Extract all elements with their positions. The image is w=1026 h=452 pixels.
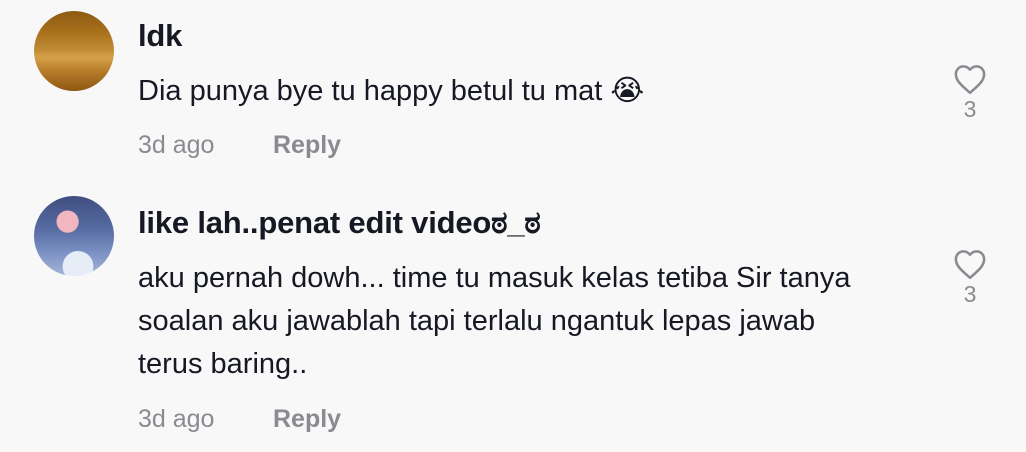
like-count: 3 (963, 96, 977, 122)
reply-button[interactable]: Reply (273, 404, 341, 434)
reply-button[interactable]: Reply (273, 130, 341, 160)
like-count: 3 (963, 281, 977, 307)
avatar[interactable] (34, 196, 114, 276)
heart-outline-icon (951, 62, 989, 96)
avatar[interactable] (34, 11, 114, 91)
comment-username[interactable]: ldk (138, 18, 182, 54)
like-button[interactable]: 3 (951, 247, 989, 307)
comment-username[interactable]: like lah..penat edit videoಠ_ಠ (138, 205, 541, 241)
heart-outline-icon (951, 247, 989, 281)
comment-timestamp: 3d ago (138, 405, 215, 433)
comment-text: Dia punya bye tu happy betul tu mat 😭 (138, 75, 645, 107)
like-button[interactable]: 3 (951, 62, 989, 122)
comment-text: aku pernah dowh... time tu masuk kelas t… (138, 262, 851, 380)
comment-timestamp: 3d ago (138, 131, 215, 159)
